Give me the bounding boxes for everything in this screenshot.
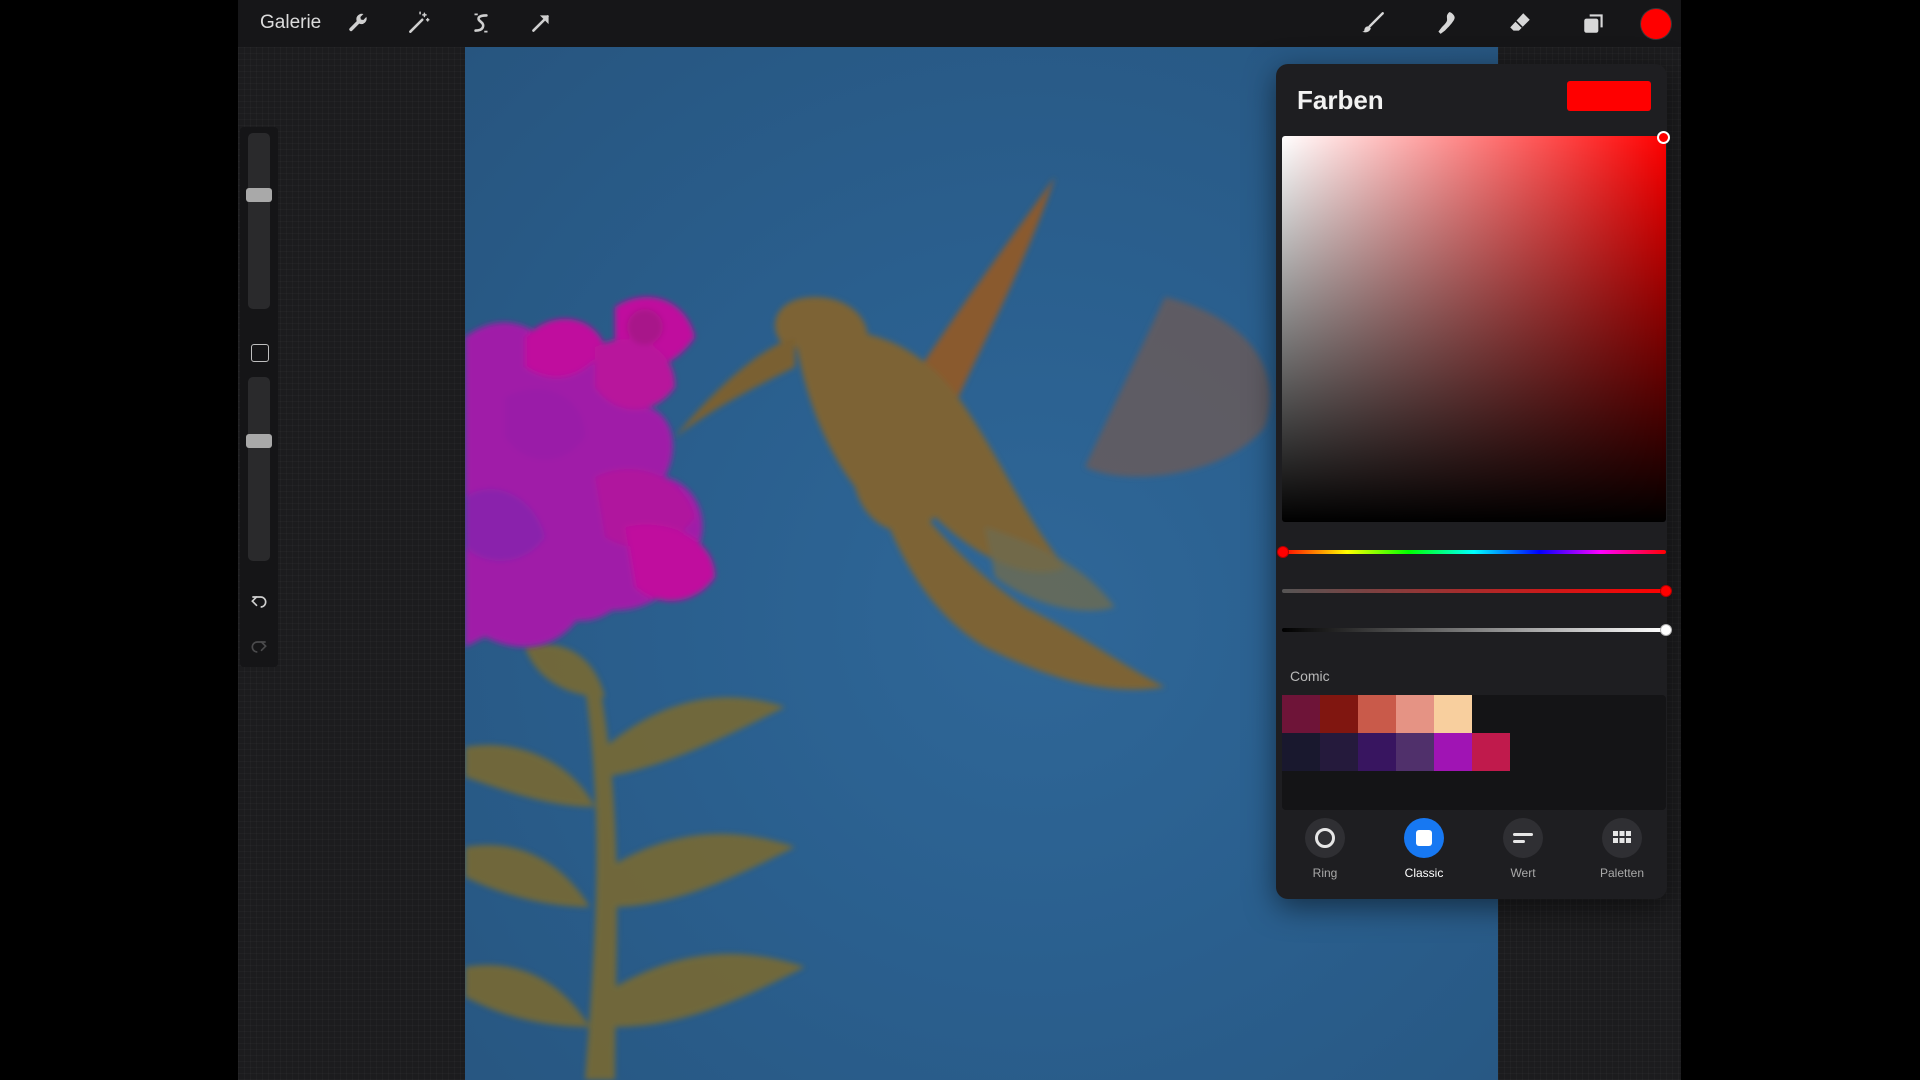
color-picker-handle[interactable] [1657,131,1670,144]
mode-tab-ring[interactable]: Ring [1290,818,1360,880]
palette-swatch[interactable] [1320,695,1358,733]
gallery-button[interactable]: Galerie [260,12,321,34]
transform-arrow-icon [532,15,549,32]
brush-size-slider[interactable] [246,133,272,309]
palette-swatch[interactable] [1396,695,1434,733]
mode-tab-label: Paletten [1599,866,1645,880]
smudge-icon [1438,12,1455,34]
brightness-knob[interactable] [1660,624,1672,636]
transform-button[interactable] [526,8,556,38]
layers-icon [1584,14,1603,33]
palette-swatch[interactable] [1282,733,1320,771]
mode-tab-label: Wert [1510,866,1536,880]
ring-icon [1305,818,1345,858]
value-sliders-icon [1503,818,1543,858]
brush-icon [1362,12,1384,33]
magic-wand-icon [409,11,430,33]
mode-tab-label: Classic [1404,866,1444,880]
palette-swatch[interactable] [1472,733,1510,771]
left-sidebar [240,127,278,667]
color-mode-tabs: Ring Classic Wert Paletten [1276,818,1667,898]
layers-button[interactable] [1579,8,1609,38]
top-toolbar: Galerie [238,0,1681,47]
saturation-brightness-square[interactable] [1282,131,1670,522]
wrench-icon [349,13,367,32]
palette-swatch[interactable] [1358,733,1396,771]
brightness-slider[interactable] [1282,624,1672,636]
palette-grid [1282,695,1666,810]
eraser-button[interactable] [1505,8,1535,38]
redo-icon[interactable] [249,637,269,657]
opacity-slider[interactable] [246,377,272,561]
selection-s-icon [474,13,488,33]
palette-swatch[interactable] [1434,733,1472,771]
saturation-slider[interactable] [1282,585,1672,597]
palette-swatch[interactable] [1320,733,1358,771]
color-button[interactable] [1641,9,1671,39]
palette-swatch[interactable] [1396,733,1434,771]
saturation-knob[interactable] [1660,585,1672,597]
mode-tab-classic[interactable]: Classic [1389,818,1459,880]
palettes-grid-icon [1602,818,1642,858]
brush-button[interactable] [1358,8,1388,38]
eraser-icon [1510,13,1530,31]
panel-title: Farben [1297,85,1384,115]
adjustments-button[interactable] [404,8,434,38]
classic-square-icon [1404,818,1444,858]
palette-swatch[interactable] [1282,695,1320,733]
palette-swatch[interactable] [1358,695,1396,733]
smudge-button[interactable] [1431,8,1461,38]
palette-name: Comic [1290,668,1330,684]
current-color-swatch[interactable] [1567,81,1651,111]
modify-button[interactable] [251,344,269,362]
selection-button[interactable] [466,8,496,38]
opacity-thumb[interactable] [246,434,272,449]
mode-tab-wert[interactable]: Wert [1488,818,1558,880]
palette-swatch[interactable] [1434,695,1472,733]
undo-icon[interactable] [249,592,269,612]
procreate-app: Galerie Farben Comic Ring Classic Wert P… [238,0,1681,1080]
mode-tab-label: Ring [1312,866,1338,880]
actions-button[interactable] [344,8,374,38]
hue-slider[interactable] [1277,546,1666,558]
hue-knob[interactable] [1277,546,1289,558]
brush-size-thumb[interactable] [246,187,272,202]
colors-panel: Farben Comic Ring Classic Wert Paletten [1276,64,1672,899]
mode-tab-paletten[interactable]: Paletten [1587,818,1657,880]
